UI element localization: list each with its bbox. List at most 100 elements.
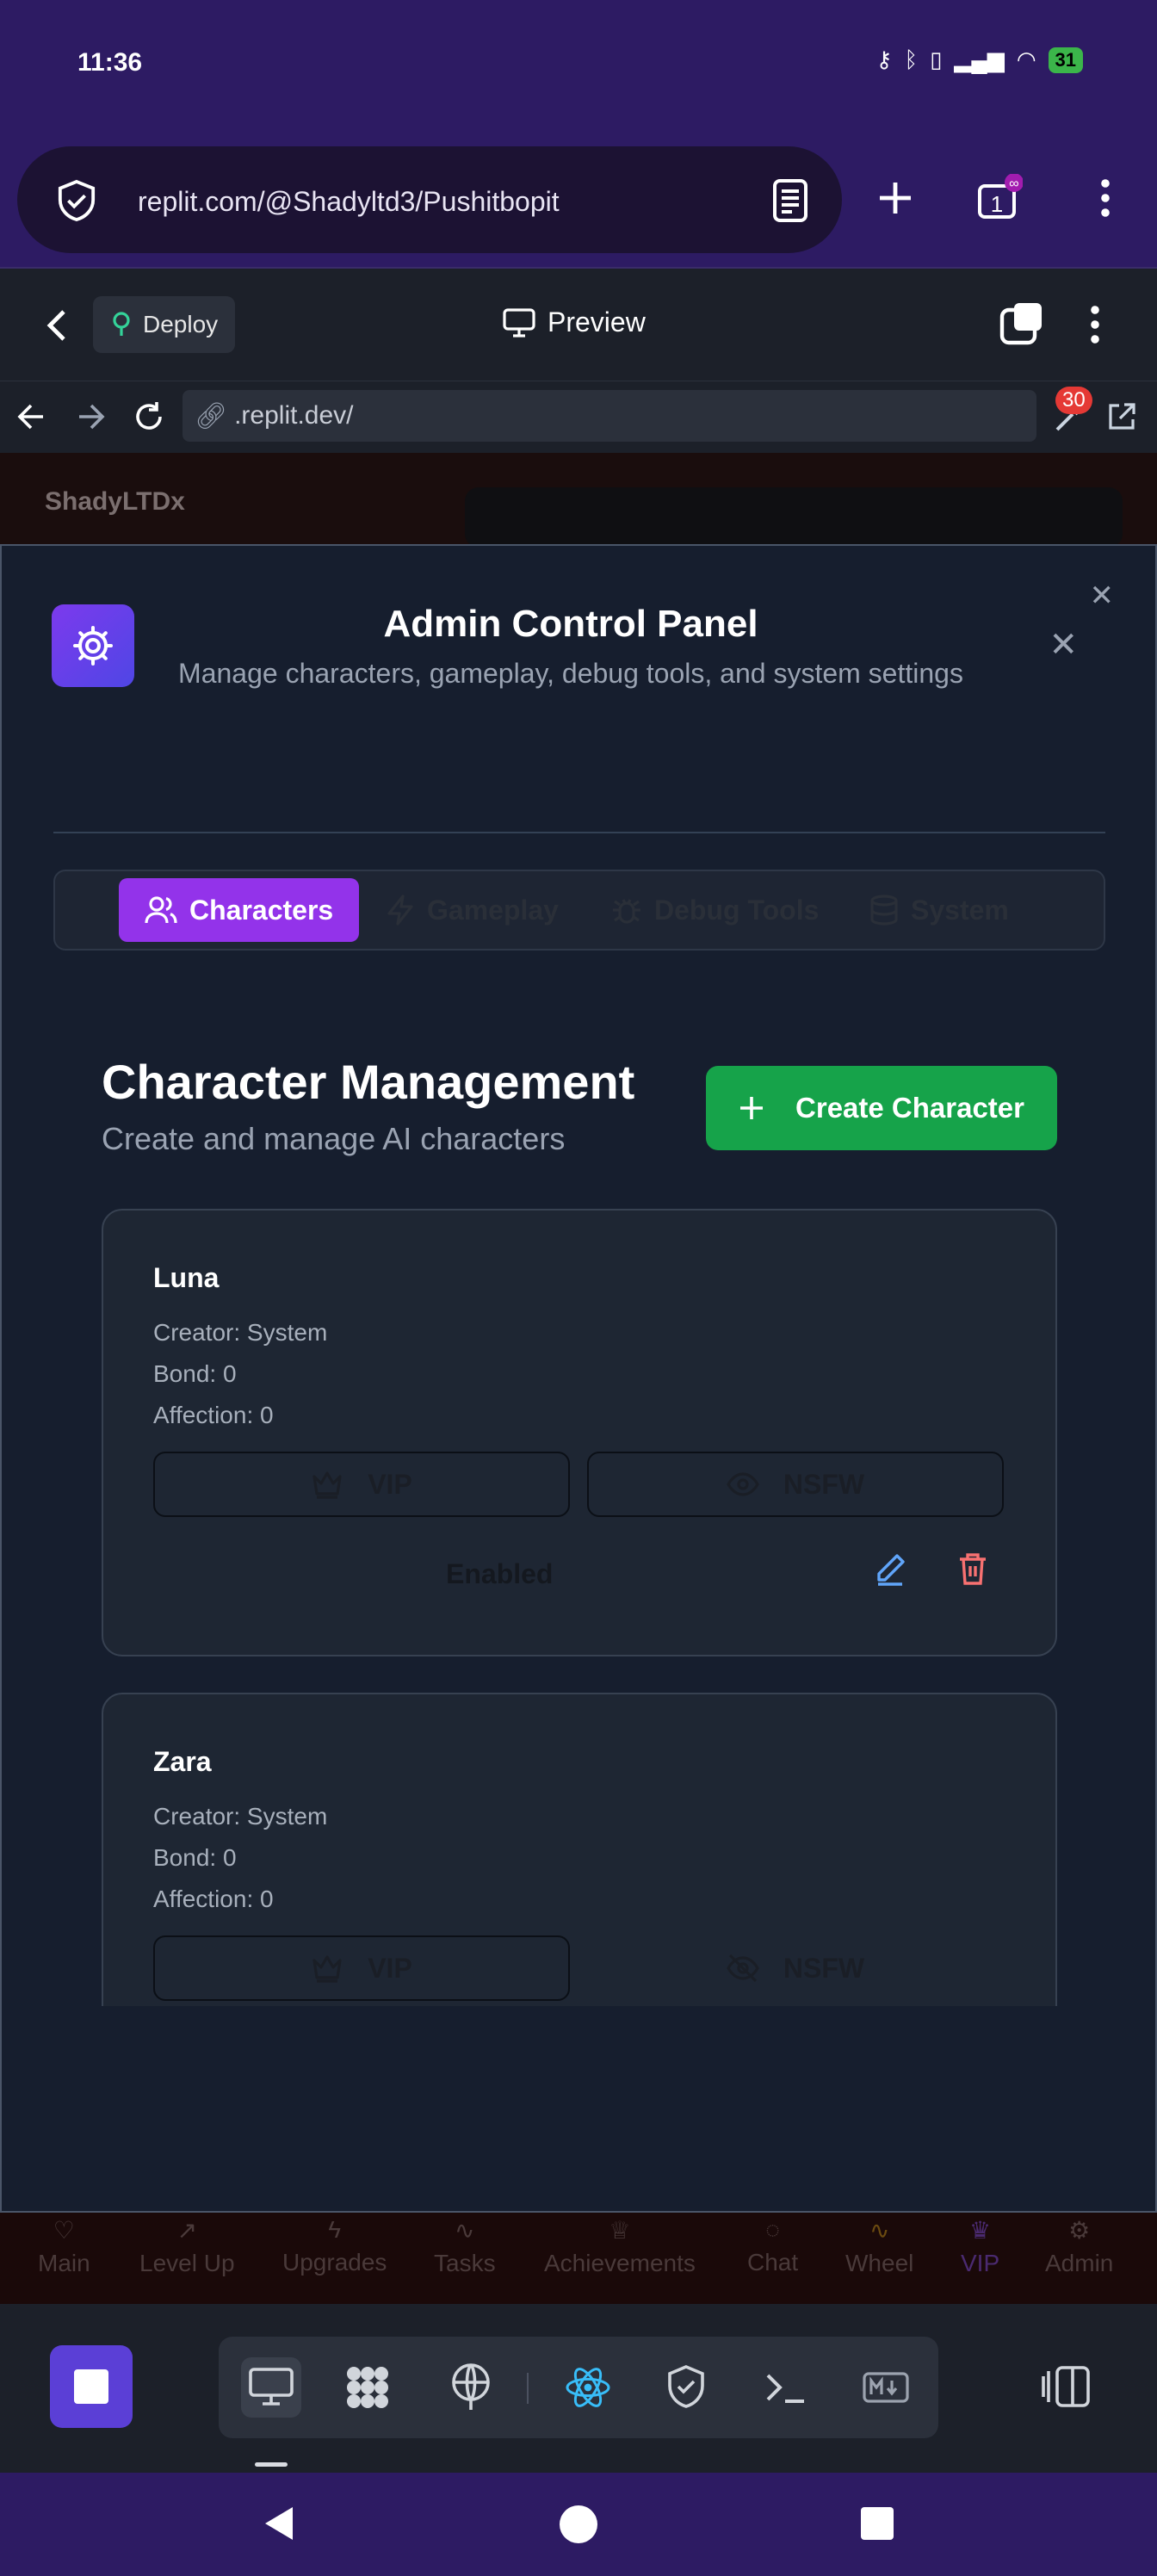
vibrate-icon: ▯ bbox=[930, 46, 943, 72]
android-nav-bar bbox=[0, 2473, 1157, 2576]
monitor-icon bbox=[503, 307, 535, 337]
react-tool[interactable] bbox=[558, 2357, 618, 2418]
shell-tool[interactable] bbox=[756, 2357, 816, 2418]
vip-label: VIP bbox=[368, 1952, 412, 1984]
nav-wheel[interactable]: ∿ Wheel bbox=[845, 2216, 913, 2277]
packages-tool[interactable] bbox=[337, 2357, 398, 2418]
trophy-icon: ♕ bbox=[609, 2217, 631, 2244]
tab-characters[interactable]: Characters bbox=[119, 878, 360, 942]
eye-off-icon bbox=[727, 1954, 759, 1983]
close-icon[interactable]: ✕ bbox=[1049, 625, 1078, 665]
svg-text:1: 1 bbox=[991, 191, 1003, 217]
tab-label: Debug Tools bbox=[654, 894, 820, 926]
nsfw-toggle-button[interactable]: NSFW bbox=[587, 1452, 1004, 1517]
replit-menu-icon[interactable] bbox=[1086, 303, 1104, 346]
status-text: Enabled bbox=[446, 1558, 554, 1589]
nav-main[interactable]: ♡ Main bbox=[38, 2216, 90, 2277]
stop-button[interactable] bbox=[50, 2345, 133, 2428]
webview-url: .replit.dev/ bbox=[234, 401, 354, 430]
bluetooth-icon: ᛒ bbox=[904, 46, 919, 72]
character-creator: Creator: System bbox=[153, 1319, 328, 1346]
security-tool[interactable] bbox=[656, 2357, 716, 2418]
webview-tool[interactable] bbox=[241, 2357, 301, 2418]
nav-label: Achievements bbox=[544, 2250, 696, 2276]
admin-modal: ✕ Admin Control Panel Manage characters,… bbox=[0, 544, 1157, 2213]
divider bbox=[53, 832, 1105, 833]
key-icon: ⚷ bbox=[875, 46, 893, 72]
react-icon bbox=[566, 2368, 610, 2407]
devtools-badge: 30 bbox=[1055, 387, 1092, 414]
shield-check-icon[interactable] bbox=[57, 179, 96, 224]
heart-icon: ♡ bbox=[53, 2217, 75, 2244]
monitor-icon bbox=[249, 2368, 294, 2406]
markdown-icon bbox=[863, 2372, 909, 2403]
webview-forward-icon[interactable] bbox=[76, 402, 105, 431]
users-icon bbox=[145, 896, 177, 924]
webview-back-icon[interactable] bbox=[17, 402, 46, 431]
trash-icon[interactable] bbox=[957, 1551, 988, 1586]
globe-icon bbox=[452, 2363, 490, 2410]
character-name: Luna bbox=[153, 1262, 220, 1293]
vip-toggle-button[interactable]: VIP bbox=[153, 1935, 570, 2001]
window-toggle-icon[interactable] bbox=[999, 300, 1045, 346]
nav-vip[interactable]: ♛ VIP bbox=[961, 2216, 999, 2277]
replit-toolbar bbox=[0, 2304, 1157, 2473]
nav-admin[interactable]: ⚙ Admin bbox=[1045, 2216, 1113, 2277]
active-tool-indicator bbox=[255, 2462, 288, 2467]
back-chevron-icon[interactable] bbox=[41, 307, 72, 344]
nsfw-toggle-button[interactable]: NSFW bbox=[587, 1935, 1004, 2001]
nav-achievements[interactable]: ♕ Achievements bbox=[544, 2216, 696, 2277]
recents-square-icon[interactable] bbox=[861, 2507, 894, 2540]
svg-text:∞: ∞ bbox=[1009, 176, 1018, 191]
background-page: ShadyLTDx bbox=[0, 453, 1157, 548]
nav-label: Level Up bbox=[139, 2250, 235, 2276]
bug-icon bbox=[613, 899, 640, 924]
nav-tasks[interactable]: ∿ Tasks bbox=[434, 2216, 496, 2277]
nav-upgrades[interactable]: ϟ Upgrades bbox=[282, 2216, 387, 2276]
preview-tab[interactable]: Preview bbox=[503, 307, 646, 338]
activity-icon: ∿ bbox=[869, 2217, 890, 2244]
vip-toggle-button[interactable]: VIP bbox=[153, 1452, 570, 1517]
character-bond: Bond: 0 bbox=[153, 1844, 237, 1871]
signal-icon: ▂▄▆ bbox=[954, 46, 1005, 72]
admin-tabs: Characters Gameplay Debug Tools System bbox=[53, 870, 1105, 951]
tab-label: Characters bbox=[189, 894, 334, 926]
address-bar[interactable]: replit.com/@Shadyltd3/Pushitbopit bbox=[17, 146, 842, 253]
deploy-tool[interactable] bbox=[441, 2357, 501, 2418]
deploy-button[interactable]: Deploy bbox=[93, 296, 236, 353]
tab-label: Gameplay bbox=[427, 894, 559, 926]
tab-gameplay[interactable]: Gameplay bbox=[386, 878, 559, 942]
crown-icon bbox=[312, 1955, 342, 1983]
open-external-icon[interactable] bbox=[1107, 402, 1136, 431]
browser-menu-button[interactable] bbox=[1080, 172, 1131, 224]
edit-icon[interactable] bbox=[873, 1551, 907, 1586]
tabs-button[interactable]: 1 ∞ bbox=[973, 172, 1024, 224]
home-circle-icon[interactable] bbox=[560, 2505, 597, 2543]
modal-subtitle: Manage characters, gameplay, debug tools… bbox=[178, 658, 963, 689]
create-character-button[interactable]: Create Character bbox=[706, 1066, 1057, 1150]
nav-label: Wheel bbox=[845, 2250, 914, 2276]
tool-group bbox=[219, 2337, 938, 2438]
nsfw-label: NSFW bbox=[783, 1468, 865, 1500]
lightning-icon bbox=[387, 895, 413, 926]
link-icon: 🔗︎ bbox=[195, 401, 228, 430]
address-url[interactable]: replit.com/@Shadyltd3/Pushitbopit bbox=[138, 186, 560, 218]
character-bond: Bond: 0 bbox=[153, 1360, 237, 1387]
reload-icon[interactable] bbox=[133, 400, 165, 433]
reader-mode-icon[interactable] bbox=[771, 179, 809, 222]
back-triangle-icon[interactable] bbox=[260, 2504, 296, 2543]
nav-level-up[interactable]: ↗ Level Up bbox=[139, 2216, 235, 2277]
nav-chat[interactable]: ◌ Chat bbox=[747, 2216, 798, 2276]
character-list[interactable]: Luna Creator: System Bond: 0 Affection: … bbox=[2, 1209, 1155, 2006]
markdown-tool[interactable] bbox=[856, 2357, 916, 2418]
tab-debug-tools[interactable]: Debug Tools bbox=[611, 878, 819, 942]
webview-url-field[interactable]: 🔗︎ .replit.dev/ bbox=[183, 390, 1036, 442]
more-vertical-icon bbox=[1101, 179, 1110, 217]
crown-icon bbox=[312, 1471, 342, 1499]
trending-up-icon: ↗ bbox=[176, 2217, 197, 2244]
panel-toggle-icon[interactable] bbox=[1040, 2364, 1092, 2409]
new-tab-button[interactable] bbox=[869, 172, 921, 224]
tabs-icon: 1∞ bbox=[978, 174, 1023, 219]
eye-icon bbox=[727, 1472, 759, 1496]
tab-system[interactable]: System bbox=[869, 878, 1009, 942]
